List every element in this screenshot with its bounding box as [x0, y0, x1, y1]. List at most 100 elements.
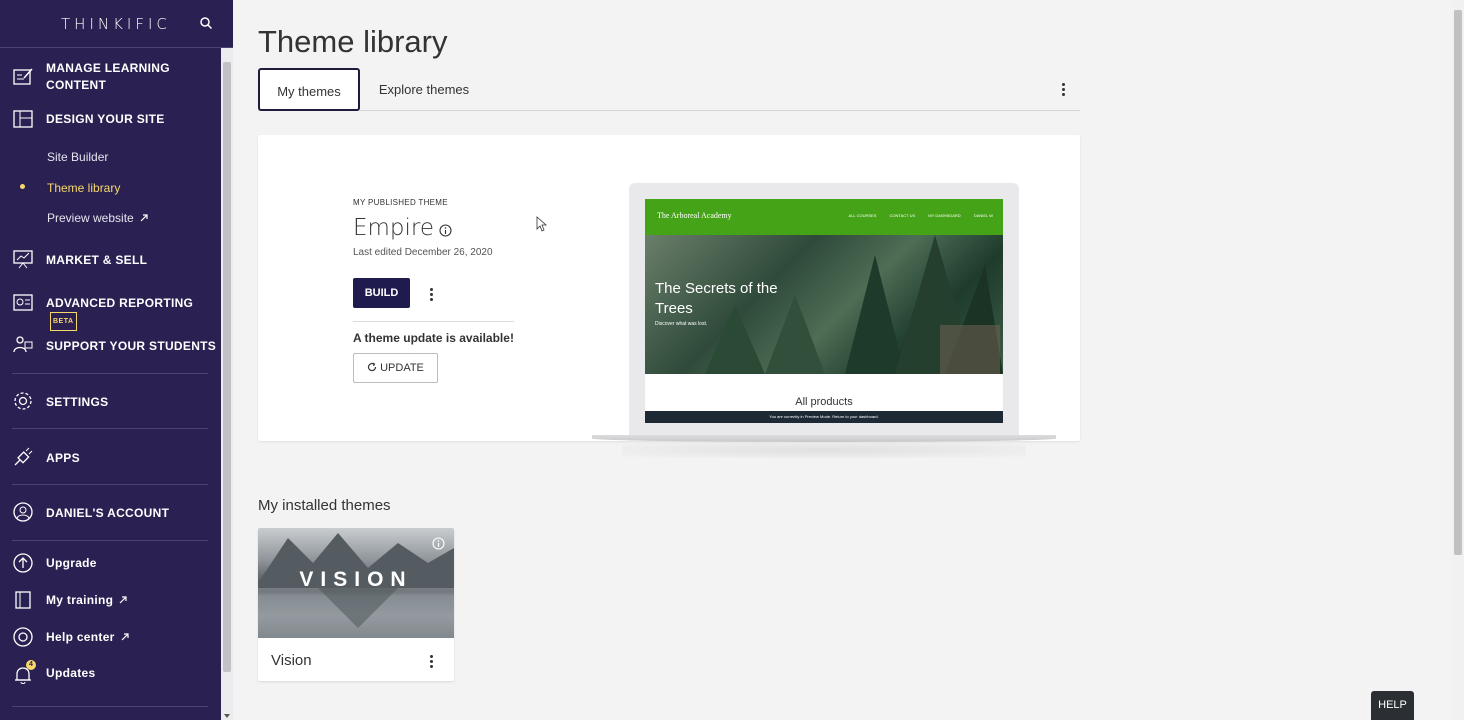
sub-label: Preview website — [47, 211, 134, 225]
user-circle-icon — [13, 502, 33, 522]
nav-design-your-site[interactable]: DESIGN YOUR SITE — [0, 109, 221, 129]
preview-hero-subtitle: Discover what was lost. — [655, 321, 708, 327]
installed-theme-card[interactable]: VISION Vision — [258, 528, 454, 681]
nav-label-text: My training — [46, 593, 114, 607]
nav-advanced-reporting[interactable]: ADVANCED REPORTING BETA — [0, 293, 221, 331]
preview-nav-links: ALL COURSES CONTACT US MY DASHBOARD DANI… — [837, 213, 993, 218]
report-icon — [13, 294, 33, 311]
nav-upgrade[interactable]: Upgrade — [0, 553, 221, 573]
upgrade-arrow-icon — [13, 553, 33, 573]
tab-my-themes[interactable]: My themes — [258, 68, 360, 111]
theme-thumbnail-text: VISION — [299, 568, 413, 591]
nav-account[interactable]: DANIEL'S ACCOUNT — [0, 502, 221, 523]
chart-presentation-icon — [13, 250, 33, 269]
sidebar-scrollbar[interactable] — [221, 48, 233, 720]
nav-label: Updates — [46, 666, 96, 680]
sidebar-item-theme-library[interactable]: Theme library — [47, 181, 120, 195]
theme-thumbnail[interactable]: VISION — [258, 528, 454, 638]
nav-support-your-students[interactable]: SUPPORT YOUR STUDENTS — [0, 336, 221, 356]
laptop-shadow — [622, 442, 1026, 458]
brand-header: THINKIFIC — [0, 0, 233, 48]
sidebar-item-preview-website[interactable]: Preview website — [47, 211, 148, 225]
nav-manage-learning-content[interactable]: MANAGE LEARNING CONTENT — [0, 60, 221, 94]
page-title: Theme library — [258, 24, 448, 59]
help-button[interactable]: HELP — [1371, 691, 1414, 720]
nav-label: APPS — [46, 451, 80, 465]
card-divider — [353, 321, 514, 322]
nav-label: My training — [46, 592, 127, 609]
info-icon[interactable] — [439, 224, 452, 237]
sidebar: THINKIFIC MANAGE LEARNING CONTENT DESIGN… — [0, 0, 233, 720]
sidebar-divider — [12, 484, 208, 485]
tab-explore-themes[interactable]: Explore themes — [368, 68, 480, 111]
preview-site-nav: The Arboreal Academy ALL COURSES CONTACT… — [645, 199, 1003, 235]
update-available-message: A theme update is available! — [353, 331, 514, 345]
mouse-cursor-icon — [536, 216, 548, 232]
scrollbar-thumb[interactable] — [1454, 10, 1462, 555]
more-options-icon[interactable] — [1062, 83, 1066, 98]
external-link-icon — [140, 214, 148, 222]
build-button[interactable]: BUILD — [353, 278, 410, 308]
edit-content-icon — [13, 68, 33, 85]
laptop-base — [592, 435, 1056, 442]
nav-help-center[interactable]: Help center — [0, 627, 221, 647]
nav-label: SUPPORT YOUR STUDENTS — [46, 339, 217, 353]
theme-options-icon[interactable] — [430, 288, 434, 303]
preview-hero: The Secrets of the Trees Discover what w… — [645, 235, 1003, 374]
students-icon — [13, 336, 33, 353]
site-preview-screen: The Arboreal Academy ALL COURSES CONTACT… — [645, 199, 1003, 423]
nav-updates[interactable]: 4 Updates — [0, 660, 221, 684]
nav-label: DESIGN YOUR SITE — [46, 112, 165, 126]
nav-label: SETTINGS — [46, 395, 109, 409]
scrollbar-thumb[interactable] — [223, 62, 231, 672]
updates-count-badge: 4 — [26, 660, 36, 670]
sidebar-item-site-builder[interactable]: Site Builder — [47, 150, 108, 164]
update-button[interactable]: UPDATE — [353, 353, 438, 383]
beta-badge: BETA — [50, 312, 77, 331]
nav-my-training[interactable]: My training — [0, 590, 221, 610]
theme-tabs: My themes Explore themes — [258, 68, 1080, 111]
nav-label-text: ADVANCED REPORTING — [46, 296, 194, 310]
refresh-icon — [368, 362, 377, 372]
preview-nav-link: DANIEL W — [973, 213, 993, 218]
gear-icon — [14, 392, 32, 410]
nav-label: MARKET & SELL — [46, 253, 148, 267]
preview-hero-title: The Secrets of the Trees — [655, 280, 778, 317]
nav-label-text: Help center — [46, 630, 115, 644]
preview-mode-bar: You are currently in Preview Mode. Retur… — [645, 411, 1003, 423]
published-theme-name: Empire — [353, 215, 435, 241]
published-theme-label: MY PUBLISHED THEME — [353, 198, 448, 207]
installed-theme-name: Vision — [271, 652, 312, 669]
update-label: UPDATE — [380, 362, 424, 374]
nav-label: ADVANCED REPORTING BETA — [46, 295, 221, 331]
plug-icon — [14, 447, 33, 466]
nav-apps[interactable]: APPS — [0, 447, 221, 468]
theme-preview-laptop: The Arboreal Academy ALL COURSES CONTACT… — [592, 183, 1056, 458]
preview-nav-link: CONTACT US — [889, 213, 916, 218]
nav-market-and-sell[interactable]: MARKET & SELL — [0, 250, 221, 270]
sidebar-divider — [12, 373, 208, 374]
external-link-icon — [119, 596, 127, 604]
nav-label: Upgrade — [46, 556, 97, 570]
installed-theme-options-icon[interactable] — [430, 655, 434, 670]
lifebuoy-icon — [13, 627, 33, 647]
last-edited-text: Last edited December 26, 2020 — [353, 247, 493, 258]
sidebar-divider — [12, 706, 208, 707]
scroll-down-arrow-icon[interactable] — [224, 714, 230, 718]
preview-nav-link: ALL COURSES — [848, 213, 877, 218]
active-indicator — [20, 184, 25, 189]
published-theme-card: MY PUBLISHED THEME Empire Last edited De… — [258, 135, 1080, 458]
layout-icon — [13, 110, 33, 128]
main-scrollbar[interactable] — [1452, 0, 1464, 720]
nav-label: DANIEL'S ACCOUNT — [46, 506, 170, 520]
search-icon[interactable] — [199, 16, 213, 30]
thinkific-logo[interactable]: THINKIFIC — [61, 15, 171, 33]
nav-label: Help center — [46, 629, 129, 646]
info-icon[interactable] — [432, 537, 445, 550]
preview-all-products: All products — [795, 396, 853, 408]
sidebar-divider — [12, 428, 208, 429]
nav-label: MANAGE LEARNING CONTENT — [46, 61, 170, 92]
nav-settings[interactable]: SETTINGS — [0, 392, 221, 412]
preview-nav-link: MY DASHBOARD — [928, 213, 961, 218]
book-icon — [15, 591, 31, 609]
